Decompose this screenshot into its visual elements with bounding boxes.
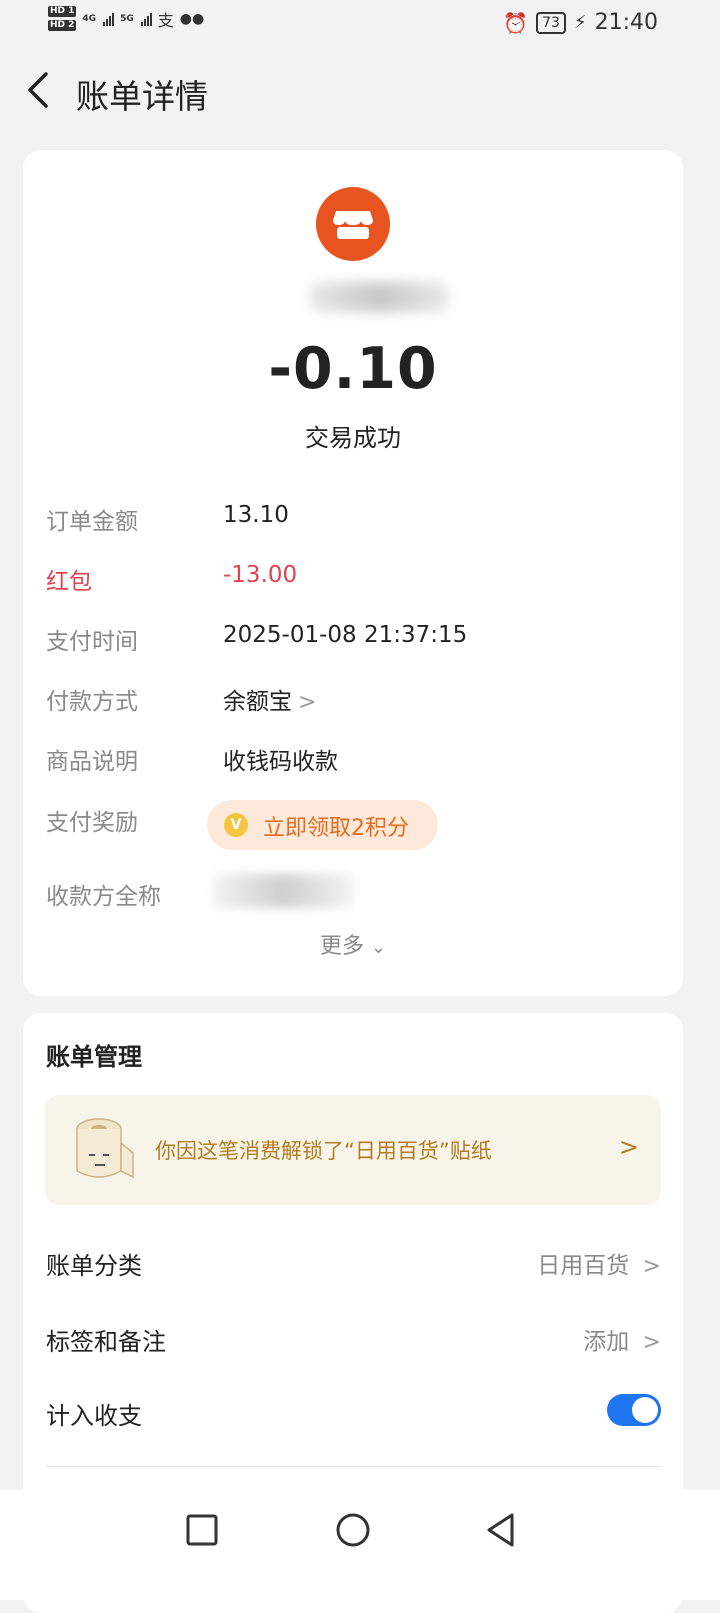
chevron-right-icon: >	[642, 1254, 661, 1279]
order-amount-value: 13.10	[223, 502, 289, 528]
hd-badges: HD 1 HD 2	[48, 6, 77, 31]
merchant-name-redacted	[309, 282, 449, 312]
circle-icon	[336, 1513, 370, 1547]
pay-method-value: 余额宝	[223, 689, 292, 715]
tags-notes-value: 添加	[583, 1329, 630, 1355]
sticker-banner[interactable]: 你因这笔消费解锁了“日用百货”贴纸 >	[45, 1095, 661, 1205]
claim-points-label: 立即领取2积分	[263, 816, 409, 841]
alarm-icon: ⏰	[503, 10, 529, 35]
category-label: 账单分类	[46, 1252, 142, 1280]
recents-button[interactable]	[182, 1510, 222, 1550]
payee-name-redacted	[213, 874, 353, 908]
coin-icon: V	[224, 813, 248, 837]
tags-value-wrap: 添加 >	[583, 1322, 661, 1356]
battery-indicator: 73	[536, 11, 566, 34]
store-icon	[333, 211, 373, 239]
signal-icon-1	[103, 12, 115, 26]
transaction-status: 交易成功	[305, 424, 401, 452]
chevron-right-icon: >	[642, 1330, 661, 1355]
status-left: HD 1 HD 2 4G 5G 支 ●●	[48, 6, 204, 31]
chevron-down-icon: ⌄	[370, 937, 387, 958]
chevron-right-icon: >	[298, 690, 317, 715]
reward-label: 支付奖励	[46, 810, 138, 836]
manage-section-title: 账单管理	[46, 1043, 142, 1071]
status-bar: HD 1 HD 2 4G 5G 支 ●● ⏰ 73 ⚡ 21:40	[0, 0, 720, 46]
back-nav-button[interactable]	[482, 1510, 522, 1550]
back-button[interactable]	[20, 70, 60, 110]
category-row[interactable]: 账单分类 日用百货 >	[46, 1246, 661, 1281]
more-label: 更多	[319, 934, 364, 959]
order-amount-label: 订单金额	[46, 509, 138, 535]
hd-badge-2: HD 2	[48, 20, 77, 31]
status-right: ⏰ 73 ⚡ 21:40	[503, 10, 658, 35]
divider	[46, 1466, 661, 1467]
category-value: 日用百货	[537, 1253, 630, 1279]
product-desc-label: 商品说明	[46, 749, 138, 775]
product-desc-value: 收钱码收款	[223, 749, 338, 775]
bill-summary-card: -0.10 交易成功 订单金额 13.10 红包 -13.00 支付时间 202…	[23, 150, 683, 996]
red-packet-label: 红包	[46, 569, 92, 595]
sticker-message: 你因这笔消费解锁了“日用百货”贴纸	[155, 1139, 492, 1163]
red-packet-value: -13.00	[223, 562, 298, 588]
pay-method-link[interactable]: 余额宝 >	[223, 682, 316, 716]
network-label-1: 4G	[82, 13, 97, 24]
signal-icon-2	[140, 12, 152, 26]
payee-label: 收款方全称	[46, 884, 161, 910]
merchant-logo	[316, 187, 390, 261]
transaction-amount: -0.10	[268, 336, 438, 402]
page-title: 账单详情	[76, 77, 208, 116]
chevron-right-icon: >	[618, 1133, 639, 1161]
wechat-icon: ●●	[179, 10, 205, 27]
include-stats-toggle[interactable]	[607, 1394, 661, 1426]
triangle-back-icon	[487, 1513, 514, 1547]
header: 账单详情	[0, 56, 720, 126]
alipay-icon: 支	[157, 10, 174, 30]
system-nav-bar	[0, 1490, 720, 1600]
tags-notes-row[interactable]: 标签和备注 添加 >	[46, 1322, 661, 1357]
square-icon	[186, 1514, 218, 1546]
category-value-wrap: 日用百货 >	[537, 1246, 661, 1280]
toilet-paper-sticker-icon	[76, 1118, 134, 1179]
home-button[interactable]	[333, 1510, 373, 1550]
hd-badge-1: HD 1	[48, 6, 77, 17]
pay-method-label: 付款方式	[46, 689, 138, 715]
pay-time-label: 支付时间	[46, 629, 138, 655]
include-stats-label: 计入收支	[46, 1402, 142, 1430]
network-label-2: 5G	[120, 13, 134, 24]
back-arrow-icon	[28, 72, 48, 108]
include-stats-row: 计入收支	[46, 1394, 661, 1431]
pay-time-value: 2025-01-08 21:37:15	[223, 622, 468, 648]
more-button[interactable]: 更多 ⌄	[23, 928, 683, 960]
toggle-knob	[632, 1397, 658, 1423]
charging-icon: ⚡	[573, 12, 587, 33]
tags-notes-label: 标签和备注	[46, 1328, 166, 1356]
claim-points-button[interactable]: V 立即领取2积分	[207, 800, 438, 850]
status-time: 21:40	[594, 10, 658, 35]
